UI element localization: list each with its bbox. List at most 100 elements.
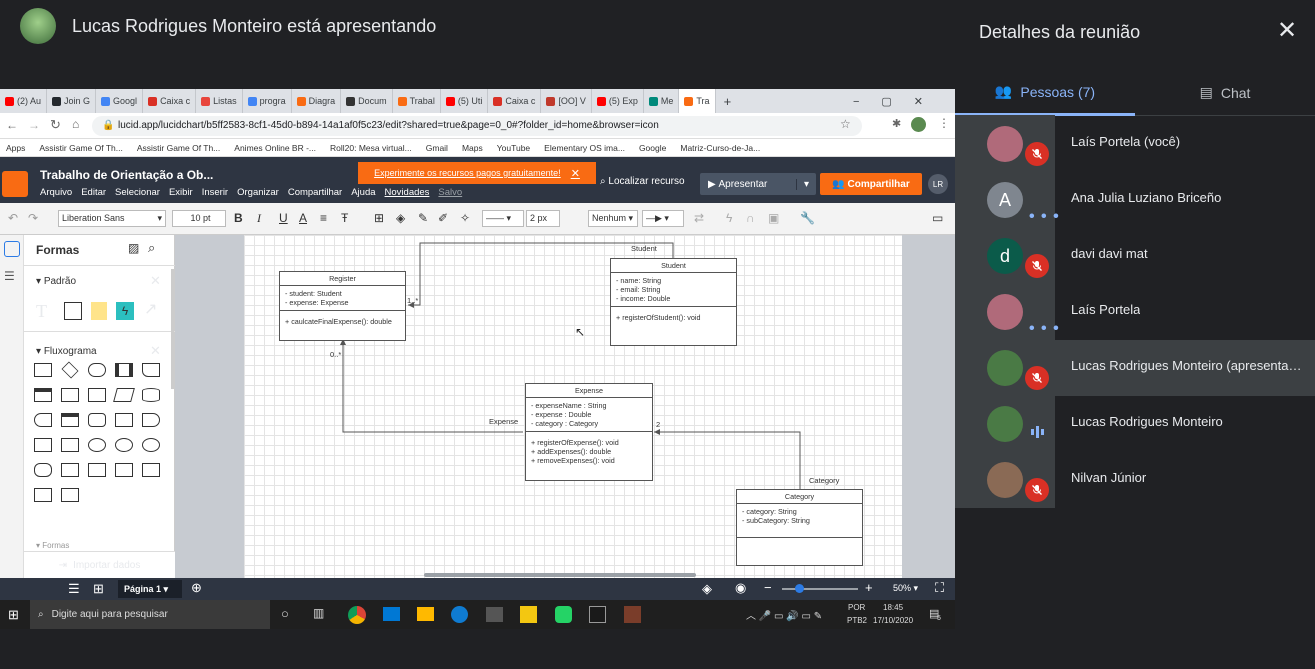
page-tab[interactable]: Página 1 ▾	[118, 580, 182, 598]
bookmark-item[interactable]: Assistir Game Of Th...	[39, 143, 122, 153]
flowchart-shape-icon[interactable]	[61, 388, 79, 402]
menu-item[interactable]: Salvo	[438, 187, 462, 198]
participant-row[interactable]: Laís Portela (você)	[955, 116, 1315, 172]
close-icon[interactable]: ✕	[571, 167, 580, 180]
arrow-shape-icon[interactable]: ↗	[144, 299, 157, 319]
clock-time[interactable]: 18:45	[883, 603, 903, 612]
fill-icon[interactable]: ◈	[396, 211, 405, 225]
bookmark-item[interactable]: YouTube	[497, 143, 530, 153]
chrome-icon[interactable]	[348, 606, 366, 624]
horizontal-scrollbar[interactable]	[424, 573, 696, 577]
profile-avatar[interactable]	[911, 117, 926, 132]
uml-class-title[interactable]: Category	[737, 490, 862, 504]
zoom-slider-thumb[interactable]	[795, 584, 804, 593]
uml-attributes[interactable]: - name: String - email: String - income: D…	[611, 273, 736, 307]
uml-class-title[interactable]: Register	[280, 272, 405, 286]
shapes-icon[interactable]	[4, 241, 20, 257]
reload-icon[interactable]: ↻	[50, 117, 61, 133]
browser-tab[interactable]: Diagra	[292, 89, 342, 113]
swap-icon[interactable]: ⇄	[694, 211, 704, 225]
menu-item[interactable]: Selecionar	[115, 187, 160, 198]
magic-icon[interactable]: ✧	[460, 211, 470, 225]
section-flowchart-header[interactable]: ▾ Fluxograma	[36, 346, 97, 357]
underline-icon[interactable]: U	[279, 211, 288, 225]
flowchart-shape-icon[interactable]	[115, 463, 133, 477]
close-icon[interactable]: ✕	[150, 273, 161, 289]
menu-item[interactable]: Compartilhar	[288, 187, 342, 198]
bookmark-item[interactable]: Elementary OS ima...	[544, 143, 625, 153]
uml-class-title[interactable]: Student	[611, 259, 736, 273]
section-more-header[interactable]: ▾ Formas	[36, 541, 69, 550]
flowchart-shape-icon[interactable]	[61, 361, 79, 379]
participant-row[interactable]: d davi davi mat	[955, 228, 1315, 284]
language-indicator[interactable]: POR	[848, 603, 865, 612]
uml-methods[interactable]	[737, 538, 862, 547]
note-shape-icon[interactable]	[91, 302, 107, 320]
uml-class-expense[interactable]: Expense - expenseName : String - expense :…	[525, 383, 653, 481]
extensions-icon[interactable]: ✱	[892, 117, 901, 130]
edge-icon[interactable]	[451, 606, 468, 623]
flowchart-shape-icon[interactable]	[88, 463, 106, 477]
menu-item[interactable]: Editar	[81, 187, 106, 198]
uml-class-student[interactable]: Student - name: String - email: String - in…	[610, 258, 737, 346]
flowchart-shape-icon[interactable]	[88, 363, 106, 377]
close-icon[interactable]: ✕	[150, 343, 161, 359]
tab-people[interactable]: 👥 Pessoas (7)	[955, 70, 1135, 116]
back-icon[interactable]: ←	[6, 118, 18, 132]
bookmark-item[interactable]: Gmail	[426, 143, 448, 153]
pdf-app-icon[interactable]	[589, 606, 606, 623]
clock-date[interactable]: 17/10/2020	[873, 616, 913, 625]
bookmark-item[interactable]: Matriz-Curso-de-Ja...	[680, 143, 760, 153]
flowchart-shape-icon[interactable]	[34, 388, 52, 402]
flowchart-shape-icon[interactable]	[142, 413, 160, 427]
action-shape-icon[interactable]: ϟ	[116, 302, 134, 320]
bookmark-item[interactable]: Google	[639, 143, 666, 153]
undo-icon[interactable]: ↶	[8, 211, 18, 225]
bold-icon[interactable]: B	[234, 211, 243, 225]
cortana-icon[interactable]: ○	[281, 606, 289, 621]
section-standard-header[interactable]: ▾ Padrão	[36, 276, 76, 287]
menu-item[interactable]: Organizar	[237, 187, 279, 198]
bookmark-item[interactable]: Apps	[6, 143, 25, 153]
bookmark-item[interactable]: Assistir Game Of Th...	[137, 143, 220, 153]
browser-tab[interactable]: (2) Au	[0, 89, 48, 113]
bookmark-item[interactable]: Maps	[462, 143, 483, 153]
flowchart-shape-icon[interactable]	[61, 488, 79, 502]
app-icon[interactable]	[520, 606, 537, 623]
browser-tab[interactable]: Caixa c	[488, 89, 542, 113]
endpoint-select[interactable]: Nenhum ▾	[588, 210, 638, 227]
zoom-slider[interactable]	[782, 588, 858, 590]
present-button[interactable]: ▶ Apresentar ▾	[700, 173, 816, 195]
zoom-out-icon[interactable]: −	[764, 580, 772, 595]
image-icon[interactable]: ▨	[128, 241, 139, 255]
layers-icon[interactable]: ◈	[702, 581, 712, 597]
windows-start-icon[interactable]: ⊞	[8, 607, 19, 623]
grid-view-icon[interactable]: ⊞	[93, 581, 104, 597]
user-avatar[interactable]: LR	[928, 174, 948, 194]
keyboard-layout[interactable]: PTB2	[847, 616, 867, 625]
wrench-icon[interactable]: 🔧	[800, 211, 815, 225]
flowchart-shape-icon[interactable]	[34, 488, 52, 502]
share-button[interactable]: 👥 Compartilhar	[820, 173, 922, 195]
taskbar-search[interactable]: ⌕ Digite aqui para pesquisar	[30, 600, 270, 629]
bookmark-item[interactable]: Roll20: Mesa virtual...	[330, 143, 412, 153]
flowchart-shape-icon[interactable]	[115, 438, 133, 452]
participant-row[interactable]: • • • Laís Portela	[955, 284, 1315, 340]
font-select[interactable]: Liberation Sans ▾	[58, 210, 166, 227]
fullscreen-icon[interactable]: ⛶	[935, 580, 944, 596]
uml-methods[interactable]: + registerOfExpense(): void + addExpenses…	[526, 432, 652, 468]
uml-attributes[interactable]: - category: String - subCategory: String	[737, 504, 862, 538]
multiplicity-label[interactable]: 1..*	[407, 296, 418, 305]
flowchart-shape-icon[interactable]	[34, 363, 52, 377]
whatsapp-icon[interactable]	[555, 606, 572, 623]
bookmark-item[interactable]: Animes Online BR -...	[234, 143, 316, 153]
browser-tab[interactable]: Docum	[341, 89, 393, 113]
menu-item[interactable]: Novidades	[385, 187, 430, 198]
tab-chat[interactable]: ▤ Chat	[1135, 70, 1315, 116]
flowchart-shape-icon[interactable]	[61, 463, 79, 477]
flowchart-shape-icon[interactable]	[61, 413, 79, 427]
uml-class-register[interactable]: Register - student: Student - expense: Exp…	[279, 271, 406, 341]
multiplicity-label[interactable]: 0..*	[330, 350, 341, 359]
forward-icon[interactable]: →	[28, 118, 40, 132]
line-style-select[interactable]: —— ▾	[482, 210, 524, 227]
